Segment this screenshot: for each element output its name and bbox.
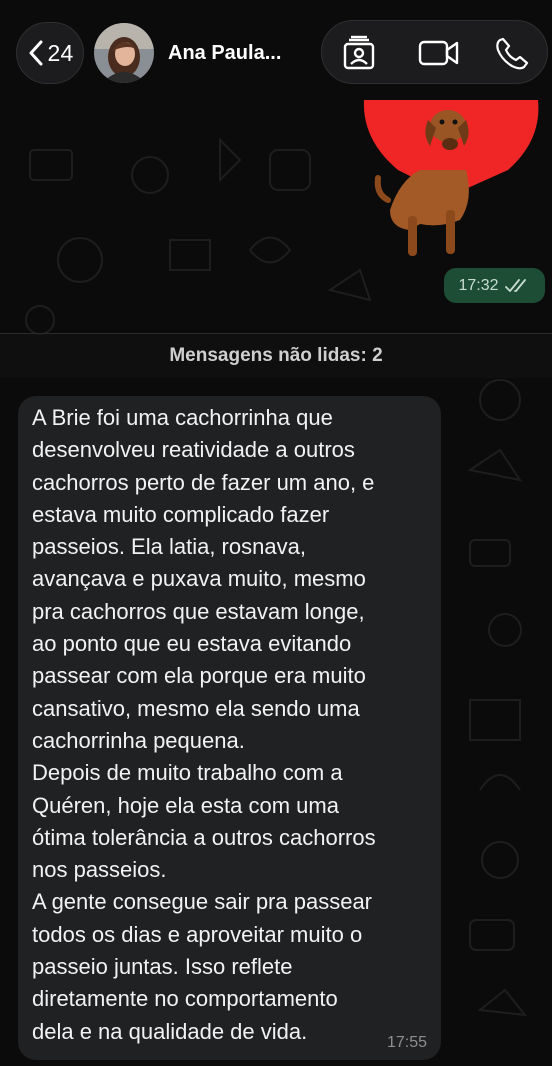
message-line: passeios. Ela latia, rosnava, [32, 534, 306, 560]
message-line: todos os dias e aproveitar muito o [32, 921, 363, 947]
chevron-left-icon [29, 40, 42, 66]
contact-card-button[interactable] [339, 34, 379, 72]
message-line: estava muito complicado fazer [32, 501, 330, 527]
video-call-button[interactable] [417, 34, 461, 72]
message-line: passear com ela porque era muito [32, 663, 366, 689]
message-line: cachorrinha pequena. [32, 727, 245, 753]
outgoing-time: 17:32 [458, 276, 499, 294]
avatar [94, 23, 154, 83]
call-actions [321, 20, 548, 84]
dog-heart-sticker[interactable] [358, 100, 542, 260]
message-line: desenvolveu reatividade a outros [32, 437, 355, 463]
message-line: nos passeios. [32, 857, 167, 883]
message-line: A gente consegue sair pra passear [32, 889, 373, 915]
message-line: Depois de muito trabalho com a [32, 760, 343, 786]
contact-info[interactable]: Ana Paula... [94, 22, 304, 84]
phone-icon [496, 37, 529, 70]
message-line: diretamente no comportamento [32, 986, 338, 1012]
unread-divider-label: Mensagens não lidas: 2 [169, 345, 383, 366]
message-line: passeio juntas. Isso reflete [32, 954, 293, 980]
message-line: cachorros perto de fazer um ano, e [32, 469, 375, 495]
contact-card-icon [343, 35, 375, 70]
chat-header: 24 Ana Paula... [0, 0, 552, 100]
voice-call-button[interactable] [492, 34, 532, 72]
back-button[interactable]: 24 [16, 22, 84, 84]
message-line: A Brie foi uma cachorrinha que [32, 405, 333, 430]
message-line: avançava e puxava muito, mesmo [32, 566, 366, 592]
double-check-icon [504, 278, 526, 292]
incoming-time: 17:55 [386, 1034, 427, 1051]
unread-divider: Mensagens não lidas: 2 [0, 333, 552, 378]
message-line: ao ponto que eu estava evitando [32, 631, 352, 657]
message-line: ótima tolerância a outros cachorros [32, 824, 376, 850]
incoming-message-bubble[interactable]: A Brie foi uma cachorrinha que desenvolv… [18, 396, 441, 1060]
message-line: dela e na qualidade de vida. [32, 1018, 308, 1044]
message-line: Quéren, hoje ela esta com uma [32, 792, 339, 818]
message-line: pra cachorros que estavam longe, [32, 598, 365, 624]
message-line: cansativo, mesmo ela sendo uma [32, 695, 360, 721]
outgoing-time-stamp: 17:32 [444, 268, 545, 303]
unread-count: 24 [47, 39, 74, 66]
video-camera-icon [418, 40, 459, 66]
contact-name: Ana Paula... [168, 41, 282, 64]
